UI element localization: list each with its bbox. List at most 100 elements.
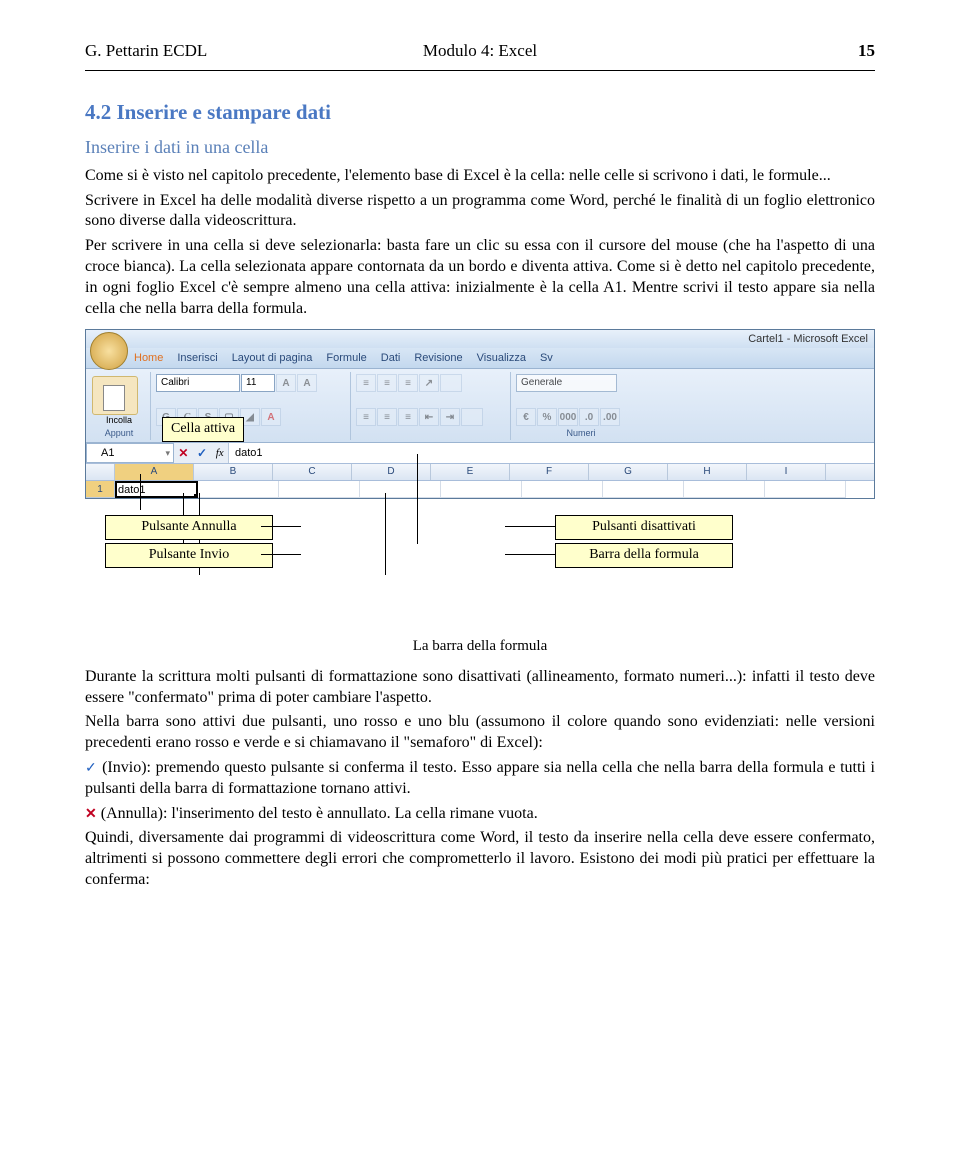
align-top-icon[interactable]: ≡	[356, 374, 376, 392]
check-icon: ✓	[85, 761, 97, 776]
paragraph-2: Scrivere in Excel ha delle modalità dive…	[85, 191, 875, 233]
tab-layout[interactable]: Layout di pagina	[232, 351, 313, 365]
column-header-b[interactable]: B	[194, 464, 273, 480]
section-title: 4.2 Inserire e stampare dati	[85, 99, 875, 126]
cell-g1[interactable]	[603, 481, 684, 498]
tab-home[interactable]: Home	[134, 351, 163, 365]
callout-barra-formula: Barra della formula	[555, 543, 733, 567]
paste-label: Incolla	[92, 415, 146, 427]
thousands-icon[interactable]: 000	[558, 408, 578, 426]
cell-e1[interactable]	[441, 481, 522, 498]
ribbon-label-number: Numeri	[512, 428, 650, 440]
column-header-i[interactable]: I	[747, 464, 826, 480]
paragraph-7: ✕ (Annulla): l'inserimento del testo è a…	[85, 804, 875, 825]
ribbon-group-alignment: ≡ ≡ ≡ ↗ ≡ ≡ ≡ ⇤ ⇥	[352, 372, 511, 440]
row-header-1[interactable]: 1	[86, 481, 115, 498]
callout-pulsante-invio: Pulsante Invio	[105, 543, 273, 567]
figure-caption: La barra della formula	[85, 637, 875, 657]
column-header-e[interactable]: E	[431, 464, 510, 480]
x-icon: ✕	[85, 807, 97, 822]
subsection-title: Inserire i dati in una cella	[85, 136, 875, 159]
currency-icon[interactable]: €	[516, 408, 536, 426]
paragraph-1: Come si è visto nel capitolo precedente,…	[85, 166, 875, 187]
font-color-button[interactable]: A	[261, 408, 281, 426]
callout-line-cella	[140, 474, 141, 510]
tab-extra[interactable]: Sv	[540, 351, 553, 365]
paste-button[interactable]	[92, 376, 138, 414]
cell-h1[interactable]	[684, 481, 765, 498]
cell-a1[interactable]: dato1	[115, 481, 198, 498]
cell-f1[interactable]	[522, 481, 603, 498]
tab-visualizza[interactable]: Visualizza	[477, 351, 526, 365]
decrease-font-icon[interactable]: A	[297, 374, 317, 392]
increase-decimal-icon[interactable]: .0	[579, 408, 599, 426]
tab-dati[interactable]: Dati	[381, 351, 401, 365]
ribbon-tabs: Home Inserisci Layout di pagina Formule …	[86, 348, 874, 369]
callout-hline-2	[261, 554, 301, 555]
tab-revisione[interactable]: Revisione	[414, 351, 462, 365]
ribbon-group-number: Generale € % 000 .0 .00 Numeri	[512, 372, 650, 440]
indent-inc-icon[interactable]: ⇥	[440, 408, 460, 426]
cell-i1[interactable]	[765, 481, 846, 498]
cancel-button-x-icon[interactable]: ✕	[178, 446, 188, 462]
font-name-select[interactable]: Calibri	[156, 374, 240, 392]
tab-formule[interactable]: Formule	[326, 351, 366, 365]
ribbon-label-clipboard: Appunt	[88, 428, 150, 440]
header-center: Modulo 4: Excel	[348, 40, 611, 62]
align-bottom-icon[interactable]: ≡	[398, 374, 418, 392]
column-headers: A B C D E F G H I	[86, 464, 874, 481]
align-left-icon[interactable]: ≡	[356, 408, 376, 426]
cell-c1[interactable]	[279, 481, 360, 498]
header-page-number: 15	[612, 40, 875, 62]
header-rule	[85, 70, 875, 71]
wrap-text-icon[interactable]	[440, 374, 462, 392]
column-header-d[interactable]: D	[352, 464, 431, 480]
callout-hline-1	[261, 526, 301, 527]
callout-pulsante-annulla: Pulsante Annulla	[105, 515, 273, 539]
merge-cells-icon[interactable]	[461, 408, 483, 426]
excel-screenshot: Cartel1 - Microsoft Excel Home Inserisci…	[85, 329, 875, 499]
font-size-select[interactable]: 11	[241, 374, 275, 392]
paragraph-7-text: (Annulla): l'inserimento del testo è ann…	[97, 805, 538, 822]
indent-dec-icon[interactable]: ⇤	[419, 408, 439, 426]
paragraph-6: ✓ (Invio): premendo questo pulsante si c…	[85, 758, 875, 800]
decrease-decimal-icon[interactable]: .00	[600, 408, 620, 426]
fx-button-icon[interactable]: fx	[216, 446, 224, 460]
percent-icon[interactable]: %	[537, 408, 557, 426]
callout-cella-attiva: Cella attiva	[162, 417, 244, 441]
paragraph-8: Quindi, diversamente dai programmi di vi…	[85, 828, 875, 890]
cell-d1[interactable]	[360, 481, 441, 498]
column-header-f[interactable]: F	[510, 464, 589, 480]
align-center-icon[interactable]: ≡	[377, 408, 397, 426]
formula-bar: A1 ✕ ✓ fx dato1	[86, 443, 874, 464]
ribbon: Incolla Appunt Calibri 11 A A G C S ▢ ◢ …	[86, 369, 874, 443]
paragraph-3: Per scrivere in una cella si deve selezi…	[85, 236, 875, 319]
paragraph-5: Nella barra sono attivi due pulsanti, un…	[85, 712, 875, 754]
align-middle-icon[interactable]: ≡	[377, 374, 397, 392]
callout-hline-4	[505, 554, 555, 555]
name-box[interactable]: A1	[86, 443, 174, 463]
column-header-c[interactable]: C	[273, 464, 352, 480]
grid-row-1: 1 dato1	[86, 481, 874, 498]
paragraph-4: Durante la scrittura molti pulsanti di f…	[85, 667, 875, 709]
column-header-a[interactable]: A	[115, 464, 194, 480]
page-header: G. Pettarin ECDL Modulo 4: Excel 15	[85, 40, 875, 62]
paragraph-6-text: (Invio): premendo questo pulsante si con…	[85, 759, 875, 797]
orientation-icon[interactable]: ↗	[419, 374, 439, 392]
title-bar: Cartel1 - Microsoft Excel	[86, 330, 874, 348]
align-right-icon[interactable]: ≡	[398, 408, 418, 426]
increase-font-icon[interactable]: A	[276, 374, 296, 392]
window-title: Cartel1 - Microsoft Excel	[748, 332, 868, 346]
number-format-select[interactable]: Generale	[516, 374, 617, 392]
enter-button-check-icon[interactable]: ✓	[197, 446, 207, 462]
tab-inserisci[interactable]: Inserisci	[177, 351, 217, 365]
callouts-below: Pulsante Annulla Pulsante Invio Pulsanti…	[85, 507, 875, 567]
column-header-g[interactable]: G	[589, 464, 668, 480]
formula-bar-input[interactable]: dato1	[229, 443, 874, 463]
ribbon-group-clipboard: Incolla Appunt	[88, 372, 151, 440]
cell-b1[interactable]	[198, 481, 279, 498]
select-all-corner[interactable]	[86, 464, 115, 480]
callout-hline-3	[505, 526, 555, 527]
callout-pulsanti-disattivati: Pulsanti disattivati	[555, 515, 733, 539]
column-header-h[interactable]: H	[668, 464, 747, 480]
